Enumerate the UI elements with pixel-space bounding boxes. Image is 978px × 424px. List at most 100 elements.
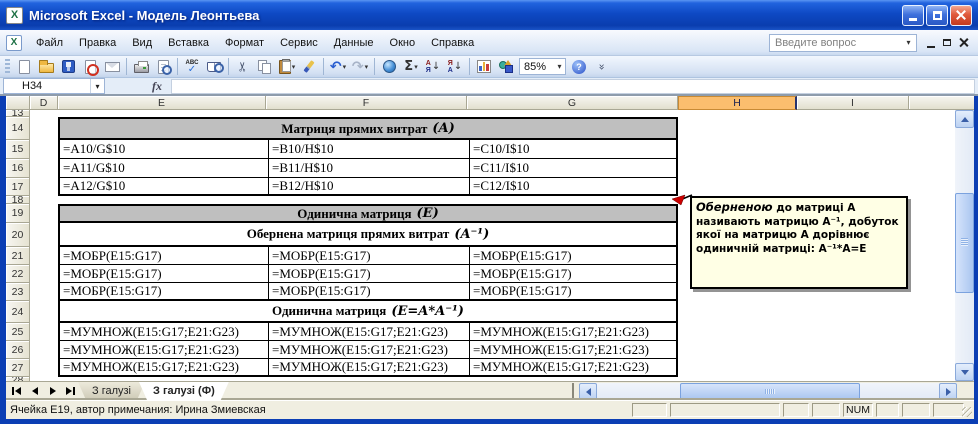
copy-button[interactable] [254,57,276,77]
sheet-tab-3-galuzi[interactable]: З галузі [78,382,145,400]
scroll-down-button[interactable] [955,363,974,381]
cell-F21[interactable]: =МОБР(E15:G17) [268,247,469,264]
column-header-E[interactable]: E [58,96,266,110]
row-header-18[interactable]: 18 [6,196,30,204]
cell-E25[interactable]: =МУМНОЖ(E15:G17;E21:G23) [60,323,268,340]
cell-E17[interactable]: =A12/G$10 [60,178,268,194]
row-header-20[interactable]: 20 [6,223,30,247]
paste-dropdown-icon[interactable]: ▾ [292,63,296,71]
autosum-dropdown-icon[interactable]: ▾ [414,63,418,71]
toolbar-options-button[interactable]: » [590,57,612,77]
cell-G23[interactable]: =МОБР(E15:G17) [469,283,676,299]
row-header-16[interactable]: 16 [6,159,30,178]
maximize-button[interactable] [926,4,948,26]
research-button[interactable] [203,57,225,77]
cell-F27[interactable]: =МУМНОЖ(E15:G17;E21:G23) [268,359,469,375]
row-header-22[interactable]: 22 [6,265,30,283]
name-box[interactable]: H34 ▾ [3,78,105,94]
cell-G26[interactable]: =МУМНОЖ(E15:G17;E21:G23) [469,341,676,358]
menu-window[interactable]: Окно [382,33,424,53]
cell-G16[interactable]: =C11/I$10 [469,159,676,177]
menu-format[interactable]: Формат [217,33,272,53]
save-button[interactable] [57,57,79,77]
redo-dropdown-icon[interactable]: ▾ [365,63,369,71]
chevron-down-icon[interactable]: ▾ [903,38,914,47]
menu-help[interactable]: Справка [423,33,482,53]
cut-button[interactable]: ✂ [232,57,254,77]
drawing-button[interactable] [495,57,517,77]
next-sheet-button[interactable] [44,383,61,399]
insert-function-button[interactable]: fx [145,78,169,94]
select-all-corner[interactable] [6,96,30,110]
cell-E22[interactable]: =МОБР(E15:G17) [60,265,268,282]
chart-wizard-button[interactable] [473,57,495,77]
table-header-inverse-matrix[interactable]: Обернена матриця прямих витрат (A⁻¹) [58,223,678,247]
cell-F15[interactable]: =B10/H$10 [268,140,469,158]
hyperlink-button[interactable] [378,57,400,77]
resize-grip[interactable] [962,407,972,417]
menu-file[interactable]: Файл [28,33,71,53]
cell-F26[interactable]: =МУМНОЖ(E15:G17;E21:G23) [268,341,469,358]
horizontal-scrollbar[interactable] [579,383,957,400]
column-header-H-selected[interactable]: H [678,96,797,110]
row-header-14[interactable]: 14 [6,117,30,140]
cell-E21[interactable]: =МОБР(E15:G17) [60,247,268,264]
menu-tools[interactable]: Сервис [272,33,326,53]
undo-button[interactable]: ↶ ▾ [327,57,349,77]
close-button[interactable] [950,4,972,26]
menu-data[interactable]: Данные [326,33,382,53]
cell-F23[interactable]: =МОБР(E15:G17) [268,283,469,299]
row-header-19[interactable]: 19 [6,204,30,223]
vertical-scroll-thumb[interactable] [955,193,974,293]
zoom-dropdown-icon[interactable]: ▾ [554,62,565,71]
workbook-restore-icon[interactable] [943,39,951,46]
new-document-button[interactable] [13,57,35,77]
row-header-25[interactable]: 25 [6,323,30,341]
cell-F17[interactable]: =B12/H$10 [268,178,469,194]
cell-E15[interactable]: =A10/G$10 [60,140,268,158]
row-header-15[interactable]: 15 [6,140,30,159]
paste-button[interactable]: ▾ [276,57,298,77]
scroll-left-button[interactable] [579,383,597,400]
help-button[interactable]: ? [568,57,590,77]
menu-insert[interactable]: Вставка [160,33,217,53]
cell-G22[interactable]: =МОБР(E15:G17) [469,265,676,282]
cell-G27[interactable]: =МУМНОЖ(E15:G17;E21:G23) [469,359,676,375]
scroll-up-button[interactable] [955,110,974,128]
print-button[interactable] [130,57,152,77]
spelling-button[interactable]: ABC ✓ [181,57,203,77]
zoom-combo[interactable]: 85% ▾ [519,58,566,75]
row-header-24[interactable]: 24 [6,301,30,323]
sort-ascending-button[interactable]: АЯ ↓ [422,57,444,77]
cell-G17[interactable]: =C12/I$10 [469,178,676,194]
email-button[interactable] [101,57,123,77]
cell-E23[interactable]: =МОБР(E15:G17) [60,283,268,299]
cell-F16[interactable]: =B11/H$10 [268,159,469,177]
row-header-27[interactable]: 27 [6,359,30,377]
toolbar-drag-handle[interactable] [5,58,10,75]
sort-descending-button[interactable]: ЯА ↓ [444,57,466,77]
question-input[interactable]: Введите вопрос ▾ [769,33,917,52]
cell-G25[interactable]: =МУМНОЖ(E15:G17;E21:G23) [469,323,676,340]
row-header-13[interactable]: 13 [6,110,30,117]
table-header-direct-costs[interactable]: Матриця прямих витрат (A) [58,117,678,140]
first-sheet-button[interactable] [8,383,25,399]
column-header-F[interactable]: F [266,96,467,110]
table-header-identity-matrix[interactable]: Одинична матриця (E) [58,204,678,223]
row-header-21[interactable]: 21 [6,247,30,265]
table-header-identity-check[interactable]: Одинична матриця (E=A*A⁻¹) [58,301,678,323]
cell-comment[interactable]: Оберненою до матриці А називають матрицю… [690,196,908,289]
format-painter-button[interactable] [298,57,320,77]
minimize-button[interactable] [902,4,924,26]
open-button[interactable] [35,57,57,77]
menu-edit[interactable]: Правка [71,33,124,53]
cell-F22[interactable]: =МОБР(E15:G17) [268,265,469,282]
column-header-partial[interactable] [909,96,974,110]
row-header-17[interactable]: 17 [6,178,30,196]
scroll-right-button[interactable] [939,383,957,400]
horizontal-scroll-thumb[interactable] [680,383,860,400]
redo-button[interactable]: ↷ ▾ [349,57,371,77]
formula-input[interactable] [171,79,975,94]
column-header-I[interactable]: I [797,96,909,110]
column-header-G[interactable]: G [467,96,678,110]
